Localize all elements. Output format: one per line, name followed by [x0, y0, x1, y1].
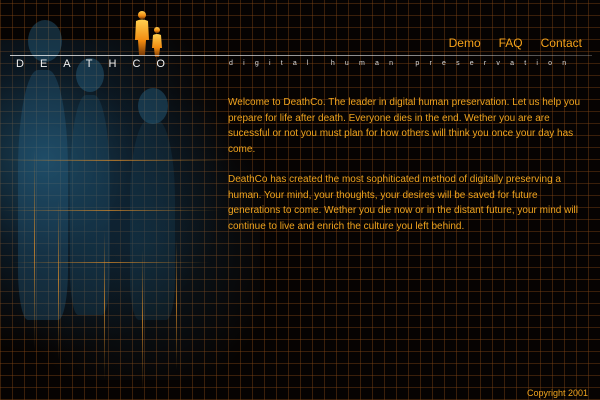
human-figures-icon	[135, 11, 162, 57]
nav-link-contact[interactable]: Contact	[541, 36, 582, 50]
brand-logo-text: DEATHCO	[16, 58, 181, 70]
nav-link-demo[interactable]: Demo	[449, 36, 481, 50]
main-nav: Demo FAQ Contact	[449, 36, 582, 50]
light-streak	[10, 262, 210, 263]
background-figure	[130, 120, 175, 320]
background-figure-head	[138, 88, 168, 124]
light-streak	[58, 200, 59, 360]
background-glow	[0, 40, 260, 380]
background-figure	[18, 70, 68, 320]
light-streak	[34, 150, 35, 350]
light-streak	[104, 230, 105, 380]
brand-tagline: digital human preservation	[229, 60, 577, 67]
nav-link-faq[interactable]: FAQ	[499, 36, 523, 50]
header-rule	[10, 55, 592, 56]
method-paragraph: DeathCo has created the most sophiticate…	[228, 174, 578, 232]
main-content: Welcome to DeathCo. The leader in digita…	[228, 95, 590, 249]
light-streak	[176, 240, 177, 370]
copyright-text: Copyright 2001	[526, 388, 588, 398]
intro-paragraph: Welcome to DeathCo. The leader in digita…	[228, 97, 581, 155]
light-streak	[0, 160, 230, 161]
light-streak	[142, 250, 143, 390]
page: Demo FAQ Contact DEATHCO digital human p…	[0, 0, 600, 400]
light-streak	[0, 210, 220, 211]
background-figure	[70, 95, 110, 315]
